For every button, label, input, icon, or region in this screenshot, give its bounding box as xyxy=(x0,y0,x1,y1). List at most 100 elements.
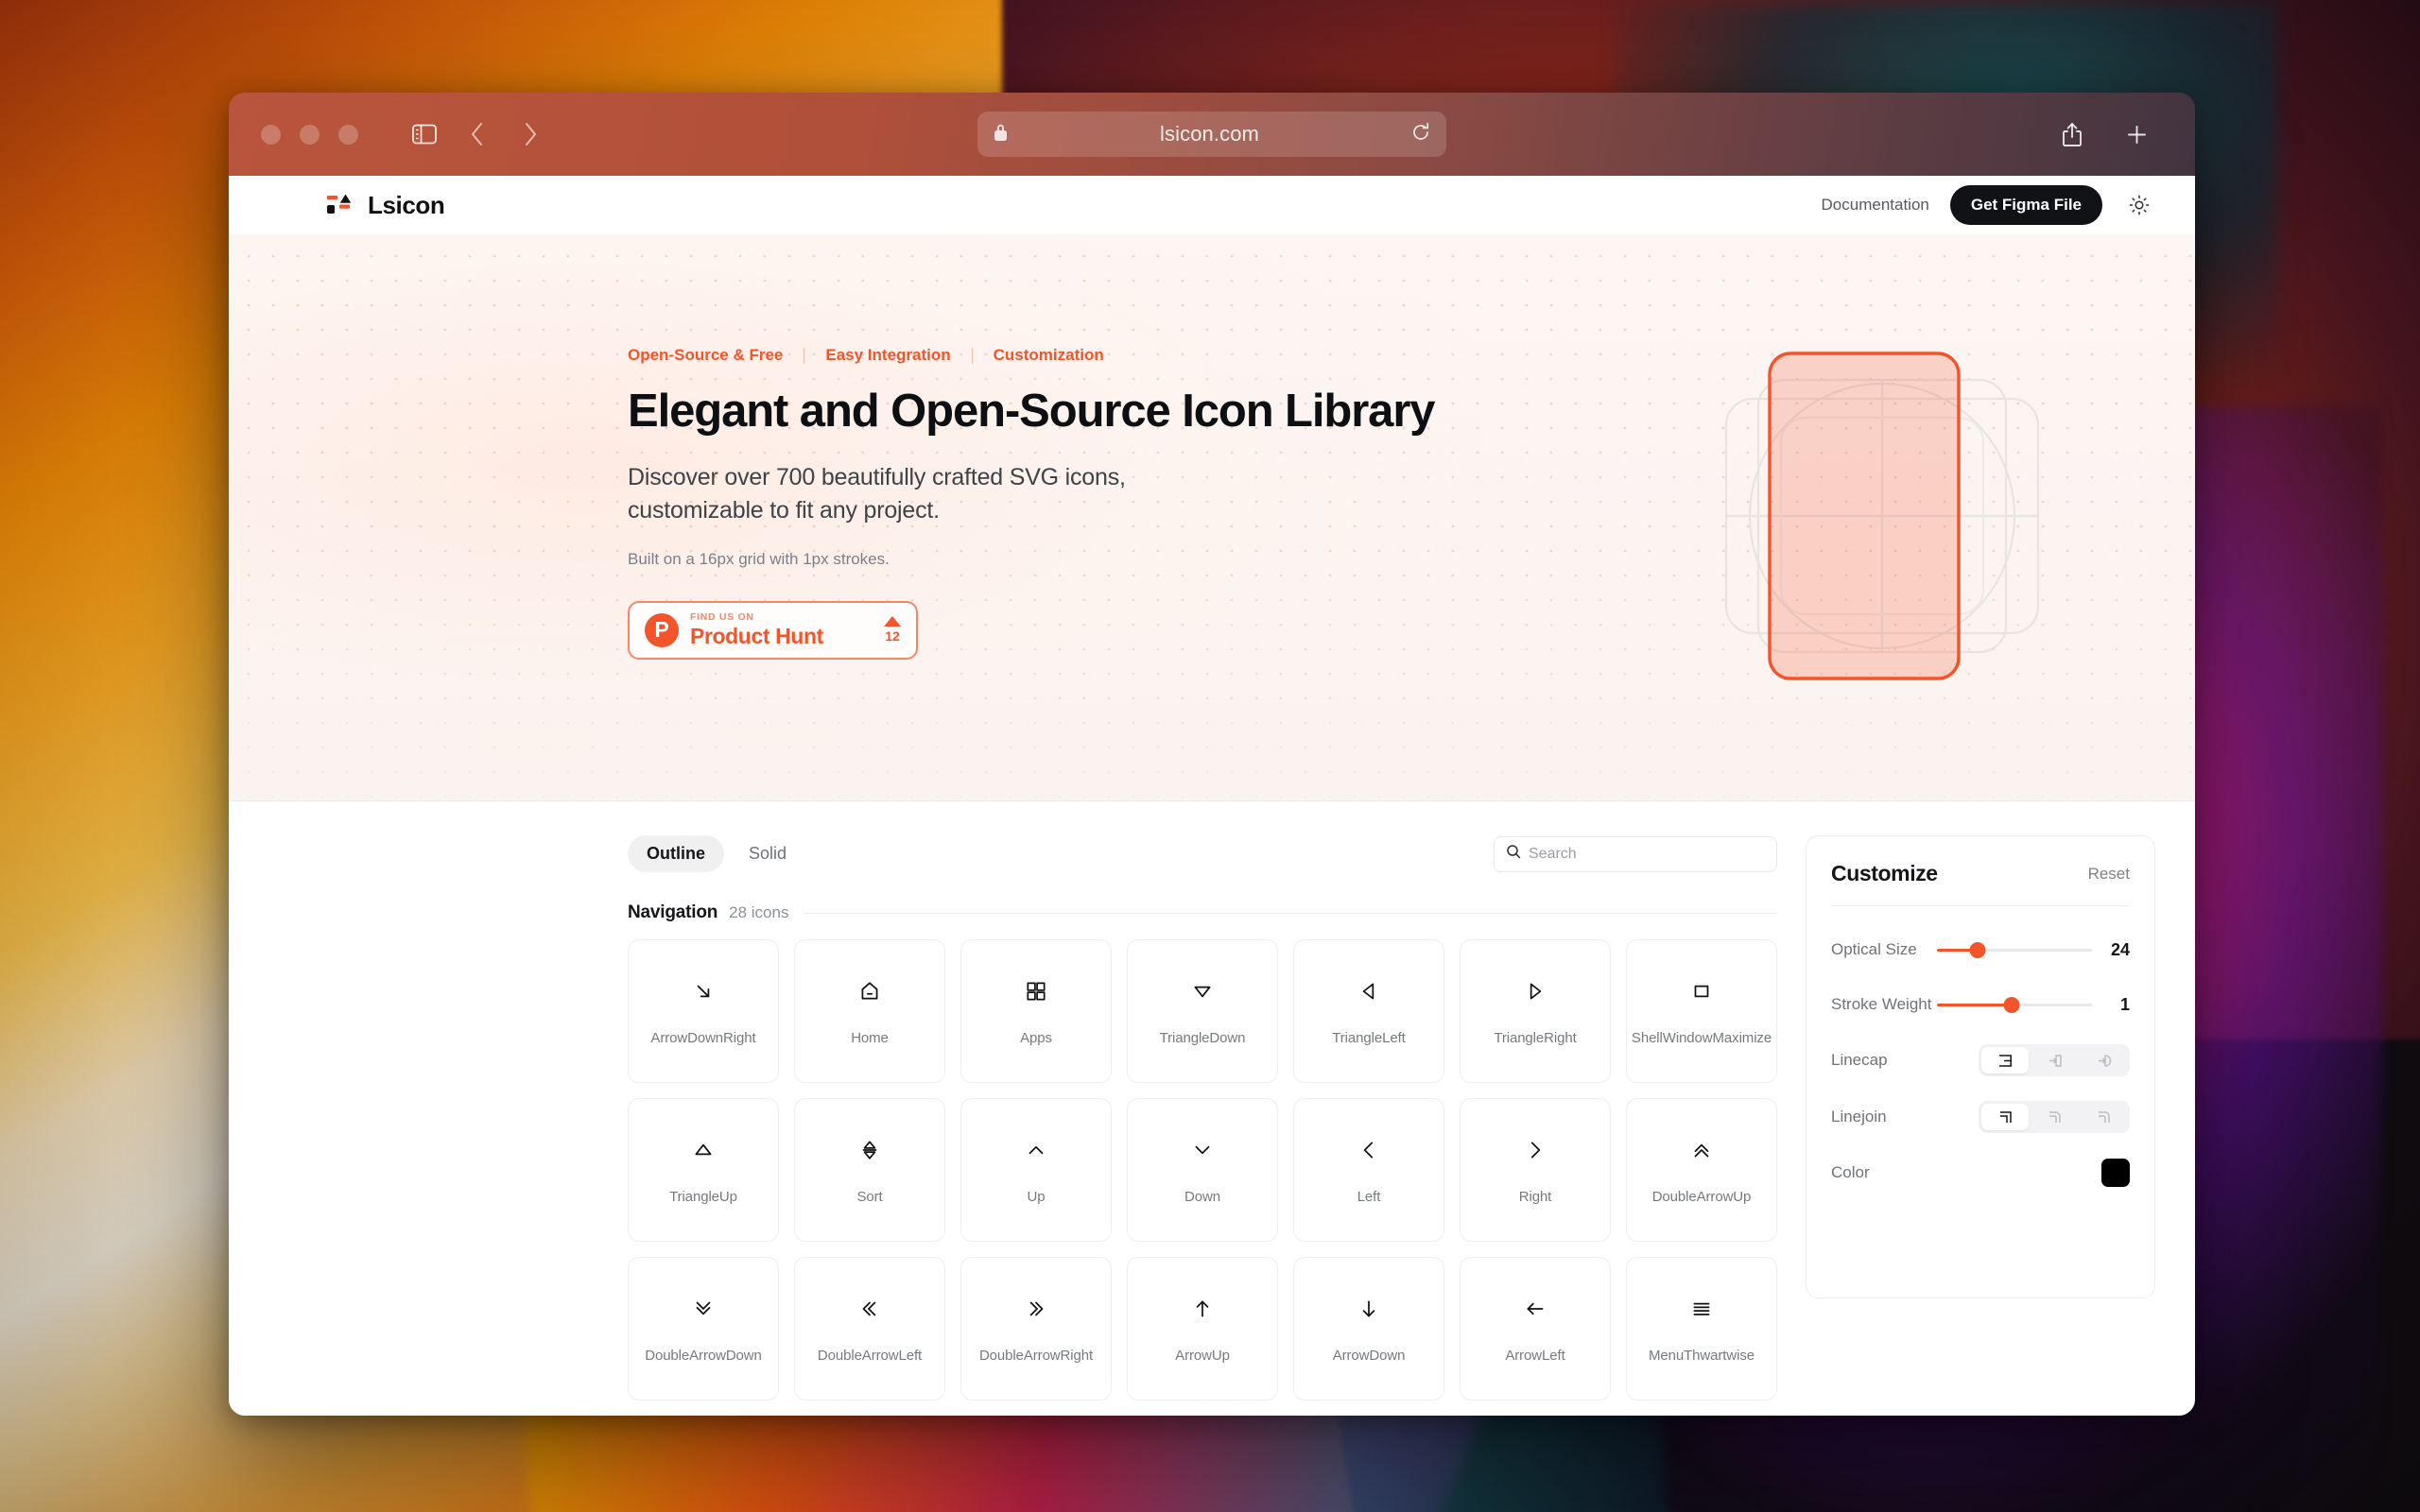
hero-tag-list: Open-Source & Free Easy Integration Cust… xyxy=(628,346,2195,365)
color-swatch[interactable] xyxy=(2101,1159,2130,1187)
icon-card[interactable]: DoubleArrowDown xyxy=(628,1257,779,1400)
icon-card[interactable]: MenuThwartwise xyxy=(1626,1257,1777,1400)
section-icon-count: 28 icons xyxy=(729,903,788,922)
bevel-join-icon[interactable] xyxy=(2031,1104,2078,1130)
hero-section: Open-Source & Free Easy Integration Cust… xyxy=(229,234,2195,801)
address-bar[interactable]: lsicon.com xyxy=(977,112,1446,157)
icon-card-label: ArrowDown xyxy=(1333,1348,1406,1364)
brand-name: Lsicon xyxy=(368,191,444,220)
slider-handle[interactable] xyxy=(2003,997,2019,1013)
stroke-weight-row: Stroke Weight 1 xyxy=(1831,989,2130,1020)
icon-card[interactable]: TriangleUp xyxy=(628,1098,779,1242)
double-chevron-up-icon xyxy=(1689,1136,1714,1164)
square-cap-icon[interactable] xyxy=(2031,1047,2078,1074)
icon-card[interactable]: Sort xyxy=(794,1098,945,1242)
page-viewport: Lsicon Documentation Get Figma File xyxy=(229,176,2195,1416)
icon-card[interactable]: ArrowDown xyxy=(1293,1257,1444,1400)
safari-window: lsicon.com xyxy=(229,93,2195,1416)
icon-card-label: ArrowLeft xyxy=(1505,1348,1564,1364)
get-figma-file-button[interactable]: Get Figma File xyxy=(1950,185,2102,225)
icon-card-label: TriangleLeft xyxy=(1332,1030,1405,1046)
linejoin-label: Linejoin xyxy=(1831,1108,1937,1126)
product-hunt-kicker: FIND US ON xyxy=(690,611,823,623)
arrow-left-icon xyxy=(1523,1295,1547,1323)
close-window-button[interactable] xyxy=(261,125,281,145)
icon-card[interactable]: DoubleArrowRight xyxy=(960,1257,1112,1400)
sort-icon xyxy=(857,1136,882,1164)
customize-title: Customize xyxy=(1831,861,1938,886)
optical-size-row: Optical Size 24 xyxy=(1831,935,2130,965)
triangle-left-icon xyxy=(1357,977,1381,1005)
slider-fill xyxy=(1937,1004,2012,1006)
reload-icon[interactable] xyxy=(1410,122,1431,147)
icon-card[interactable]: ArrowUp xyxy=(1127,1257,1278,1400)
icon-card-label: ArrowUp xyxy=(1175,1348,1230,1364)
back-button[interactable] xyxy=(451,108,504,161)
share-icon[interactable] xyxy=(2046,108,2099,161)
product-hunt-badge[interactable]: P FIND US ON Product Hunt 12 xyxy=(628,601,918,660)
linecap-segmented-control xyxy=(1979,1044,2130,1076)
forward-button[interactable] xyxy=(504,108,557,161)
product-hunt-vote-count: 12 xyxy=(885,628,900,644)
icon-card-label: MenuThwartwise xyxy=(1649,1348,1754,1364)
optical-size-slider[interactable] xyxy=(1937,941,2092,958)
hero-subtitle-line-1: Discover over 700 beautifully crafted SV… xyxy=(628,461,2195,495)
square-icon xyxy=(1689,977,1714,1005)
tab-outline[interactable]: Outline xyxy=(628,835,724,872)
icon-card[interactable]: DoubleArrowUp xyxy=(1626,1098,1777,1242)
icon-card[interactable]: Down xyxy=(1127,1098,1278,1242)
icon-card[interactable]: TriangleDown xyxy=(1127,939,1278,1083)
icon-card[interactable]: TriangleLeft xyxy=(1293,939,1444,1083)
tag-separator xyxy=(972,348,973,364)
icon-card[interactable]: Apps xyxy=(960,939,1112,1083)
double-chevron-right-icon xyxy=(1024,1295,1048,1323)
icon-card-label: Up xyxy=(1028,1189,1046,1205)
page-title: Elegant and Open-Source Icon Library xyxy=(628,387,2195,437)
icon-card[interactable]: Left xyxy=(1293,1098,1444,1242)
tab-solid[interactable]: Solid xyxy=(730,835,805,872)
reset-button[interactable]: Reset xyxy=(2088,865,2130,884)
customize-header: Customize Reset xyxy=(1831,861,2130,886)
search-icon xyxy=(1506,844,1521,864)
slider-handle[interactable] xyxy=(1969,942,1985,958)
chevron-left-icon xyxy=(1357,1136,1381,1164)
stroke-weight-slider[interactable] xyxy=(1937,996,2092,1013)
butt-cap-icon[interactable] xyxy=(1981,1047,2029,1074)
search-box[interactable] xyxy=(1494,836,1777,872)
icon-card[interactable]: Right xyxy=(1460,1098,1611,1242)
product-hunt-upvote[interactable]: 12 xyxy=(884,616,901,644)
brand-logo[interactable]: Lsicon xyxy=(327,191,444,220)
double-chevron-left-icon xyxy=(857,1295,882,1323)
search-input[interactable] xyxy=(1529,846,1765,863)
lock-icon xyxy=(993,122,1009,146)
maximize-window-button[interactable] xyxy=(338,125,358,145)
menu-lines-icon xyxy=(1689,1295,1714,1323)
icon-card[interactable]: TriangleRight xyxy=(1460,939,1611,1083)
icon-card[interactable]: Home xyxy=(794,939,945,1083)
icon-card[interactable]: DoubleArrowLeft xyxy=(794,1257,945,1400)
icon-card-label: Down xyxy=(1184,1189,1220,1205)
sun-icon[interactable] xyxy=(2123,189,2155,221)
minimize-window-button[interactable] xyxy=(300,125,320,145)
arrow-down-icon xyxy=(1357,1295,1381,1323)
round-join-icon[interactable] xyxy=(2080,1104,2127,1130)
icon-card[interactable]: ArrowDownRight xyxy=(628,939,779,1083)
window-controls[interactable] xyxy=(261,125,358,145)
style-tab-group: Outline Solid xyxy=(628,835,805,872)
chevron-right-icon xyxy=(1523,1136,1547,1164)
icon-card[interactable]: ShellWindowMaximize xyxy=(1626,939,1777,1083)
section-title: Navigation xyxy=(628,902,717,923)
optical-size-value: 24 xyxy=(2105,940,2130,960)
miter-join-icon[interactable] xyxy=(1981,1104,2029,1130)
stroke-weight-value: 1 xyxy=(2105,995,2130,1015)
icon-card[interactable]: ArrowLeft xyxy=(1460,1257,1611,1400)
triangle-down-icon xyxy=(1190,977,1215,1005)
chevron-up-icon xyxy=(1024,1136,1048,1164)
nav-documentation-link[interactable]: Documentation xyxy=(1822,196,1929,215)
sidebar-toggle-icon[interactable] xyxy=(398,108,451,161)
icon-card-label: ArrowDownRight xyxy=(650,1030,755,1046)
optical-size-label: Optical Size xyxy=(1831,940,1937,959)
new-tab-icon[interactable] xyxy=(2110,108,2163,161)
round-cap-icon[interactable] xyxy=(2080,1047,2127,1074)
icon-card[interactable]: Up xyxy=(960,1098,1112,1242)
